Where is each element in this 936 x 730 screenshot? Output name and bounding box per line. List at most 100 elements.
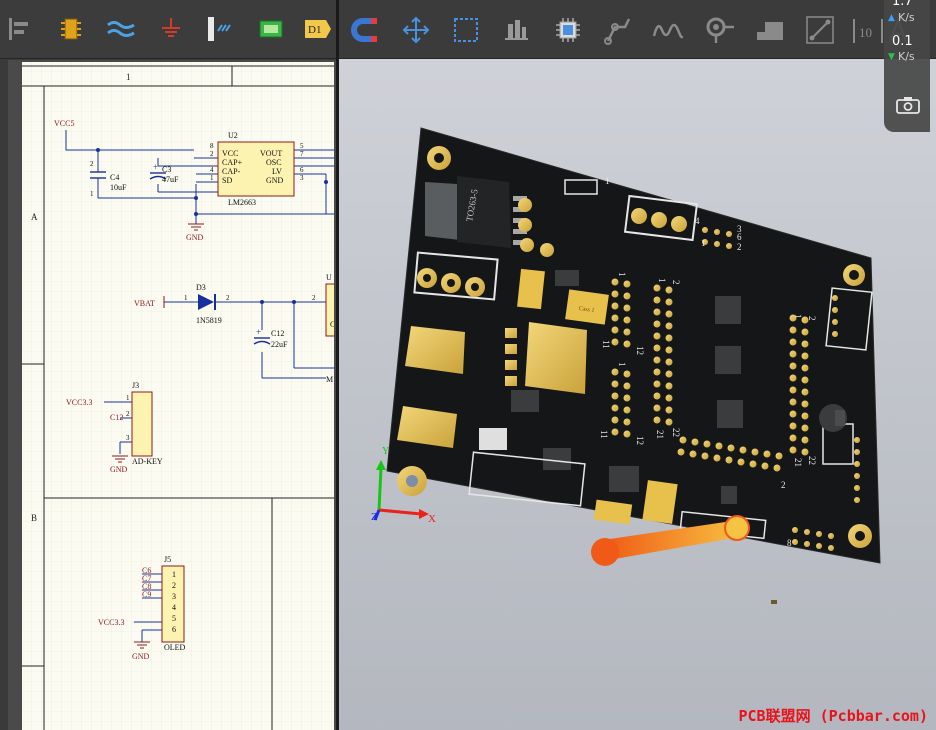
u2-num-2: 2 xyxy=(210,150,214,158)
svg-text:1: 1 xyxy=(657,278,667,283)
upload-speed-unit: K/s xyxy=(898,11,915,24)
j5-pin-6: 6 xyxy=(172,625,176,634)
schematic-editor-panel: D1 1 A B U2 LM2663 VCC CAP+ CAP- SD VOUT… xyxy=(0,0,336,730)
svg-text:22: 22 xyxy=(671,428,681,437)
d3-pin-a: 1 xyxy=(184,294,188,302)
svg-text:1: 1 xyxy=(617,272,627,277)
c4-pin-bot: 1 xyxy=(90,190,94,198)
svg-text:VCC5: VCC5 xyxy=(54,119,74,128)
u2-num-7: 7 xyxy=(300,150,304,158)
bus-icon[interactable] xyxy=(106,14,136,44)
u2-num-1: 1 xyxy=(210,174,214,182)
download-speed-value: 0.1 xyxy=(892,34,913,49)
u2-lm2663[interactable]: U2 LM2663 VCC CAP+ CAP- SD VOUT OSC LV G… xyxy=(210,131,304,207)
c4-value: 10uF xyxy=(110,183,127,192)
upload-speed-value: 1.7 xyxy=(892,0,913,9)
screenshot-button[interactable] xyxy=(890,92,926,118)
j5-ref: J5 xyxy=(164,555,171,564)
u-partial-net: M xyxy=(326,375,333,384)
j5-pin-1: 1 xyxy=(172,570,176,579)
ruler-column-label: 1 xyxy=(126,72,131,82)
svg-text:8: 8 xyxy=(787,538,792,548)
j5-pin-4: 4 xyxy=(172,603,176,612)
svg-text:22: 22 xyxy=(807,456,817,465)
svg-text:GND: GND xyxy=(132,652,150,661)
u2-ref: U2 xyxy=(228,131,238,140)
svg-text:+: + xyxy=(256,327,261,337)
net-vcc33-1: VCC3.3 xyxy=(66,398,92,407)
svg-text:11: 11 xyxy=(601,340,611,349)
align-icon[interactable] xyxy=(4,14,34,44)
svg-text:1: 1 xyxy=(617,362,627,367)
svg-text:X: X xyxy=(428,513,436,525)
u2-pin-capp: CAP+ xyxy=(222,158,243,167)
row-label-a: A xyxy=(31,212,38,222)
download-arrow-icon: ▼ xyxy=(888,52,895,62)
u2-pin-lv: LV xyxy=(272,167,282,176)
u2-part: LM2663 xyxy=(228,198,256,207)
u-partial-ref: U xyxy=(326,273,332,282)
svg-text:GND: GND xyxy=(186,233,204,242)
svg-text:+: + xyxy=(153,162,158,172)
j3-pin-3: 3 xyxy=(126,434,130,442)
c12-value: 22uF xyxy=(271,340,288,349)
j3-net-c12: C12 xyxy=(110,413,123,422)
pcb-board-3d[interactable]: TO263-5 Cass 1 1 11 12 1 11 12 1 2 22 21… xyxy=(339,0,936,730)
c4-ref: C4 xyxy=(110,173,119,182)
c12-ref: C12 xyxy=(271,329,284,338)
u2-pin-osc: OSC xyxy=(266,158,282,167)
u2-pin-gnd: GND xyxy=(266,176,284,185)
u2-num-4: 4 xyxy=(210,166,214,174)
port-icon[interactable] xyxy=(204,14,234,44)
svg-text:4: 4 xyxy=(695,216,700,226)
u2-num-5: 5 xyxy=(300,142,304,150)
d3-ref: D3 xyxy=(196,283,206,292)
u-partial-label: C xyxy=(330,320,334,329)
u2-pin-vcc: VCC xyxy=(222,149,238,158)
u-partial-pin: 2 xyxy=(312,294,316,302)
sheet-symbol-icon[interactable] xyxy=(256,14,286,44)
ground-icon[interactable] xyxy=(156,14,186,44)
designator-label: D1 xyxy=(308,24,321,36)
svg-text:1: 1 xyxy=(793,314,803,319)
svg-text:1: 1 xyxy=(605,176,610,186)
schematic-canvas[interactable]: 1 A B U2 LM2663 VCC CAP+ CAP- SD VOUT OS… xyxy=(8,60,336,730)
svg-text:21: 21 xyxy=(655,430,665,439)
u2-pin-capm: CAP- xyxy=(222,167,241,176)
u2-num-8: 8 xyxy=(210,142,214,150)
schematic-sheet: 1 A B U2 LM2663 VCC CAP+ CAP- SD VOUT OS… xyxy=(22,62,334,730)
svg-text:VCC3.3: VCC3.3 xyxy=(98,618,124,627)
c3-ref: C3 xyxy=(162,165,171,174)
designator-icon[interactable]: D1 xyxy=(304,14,332,44)
svg-text:2: 2 xyxy=(781,480,786,490)
svg-text:Z: Z xyxy=(371,511,378,523)
pcb-3d-viewer[interactable]: 10 TO263-5 Cass 1 1 11 12 1 11 12 1 2 22… xyxy=(339,0,936,730)
j3-pin-2: 2 xyxy=(126,410,130,418)
d3-part: 1N5819 xyxy=(196,316,222,325)
svg-text:6: 6 xyxy=(737,232,742,242)
row-label-b: B xyxy=(31,513,37,523)
svg-text:2: 2 xyxy=(807,316,817,321)
buzzer[interactable] xyxy=(819,404,847,432)
component-icon[interactable] xyxy=(56,14,86,44)
c3-value: 47uF xyxy=(162,175,179,184)
u2-pin-vout: VOUT xyxy=(260,149,282,158)
svg-text:VCC3.3: VCC3.3 xyxy=(66,398,92,407)
svg-text:2: 2 xyxy=(737,242,742,252)
j5-pin-2: 2 xyxy=(172,581,176,590)
svg-text:1: 1 xyxy=(701,238,706,248)
j5-net-c9: C9 xyxy=(142,590,151,599)
u2-num-6: 6 xyxy=(300,166,304,174)
stray-marker xyxy=(771,600,777,604)
svg-text:Y: Y xyxy=(382,446,389,457)
download-speed-unit: K/s xyxy=(898,50,915,63)
svg-text:2: 2 xyxy=(671,280,681,285)
camera-icon xyxy=(896,97,920,114)
net-vcc33-2: VCC3.3 xyxy=(98,618,124,627)
svg-text:21: 21 xyxy=(793,458,803,467)
svg-text:11: 11 xyxy=(599,430,609,439)
j3-ref: J3 xyxy=(132,381,139,390)
d3-pin-k: 2 xyxy=(226,294,230,302)
u2-pin-sd: SD xyxy=(222,176,232,185)
svg-text:GND: GND xyxy=(110,465,128,474)
